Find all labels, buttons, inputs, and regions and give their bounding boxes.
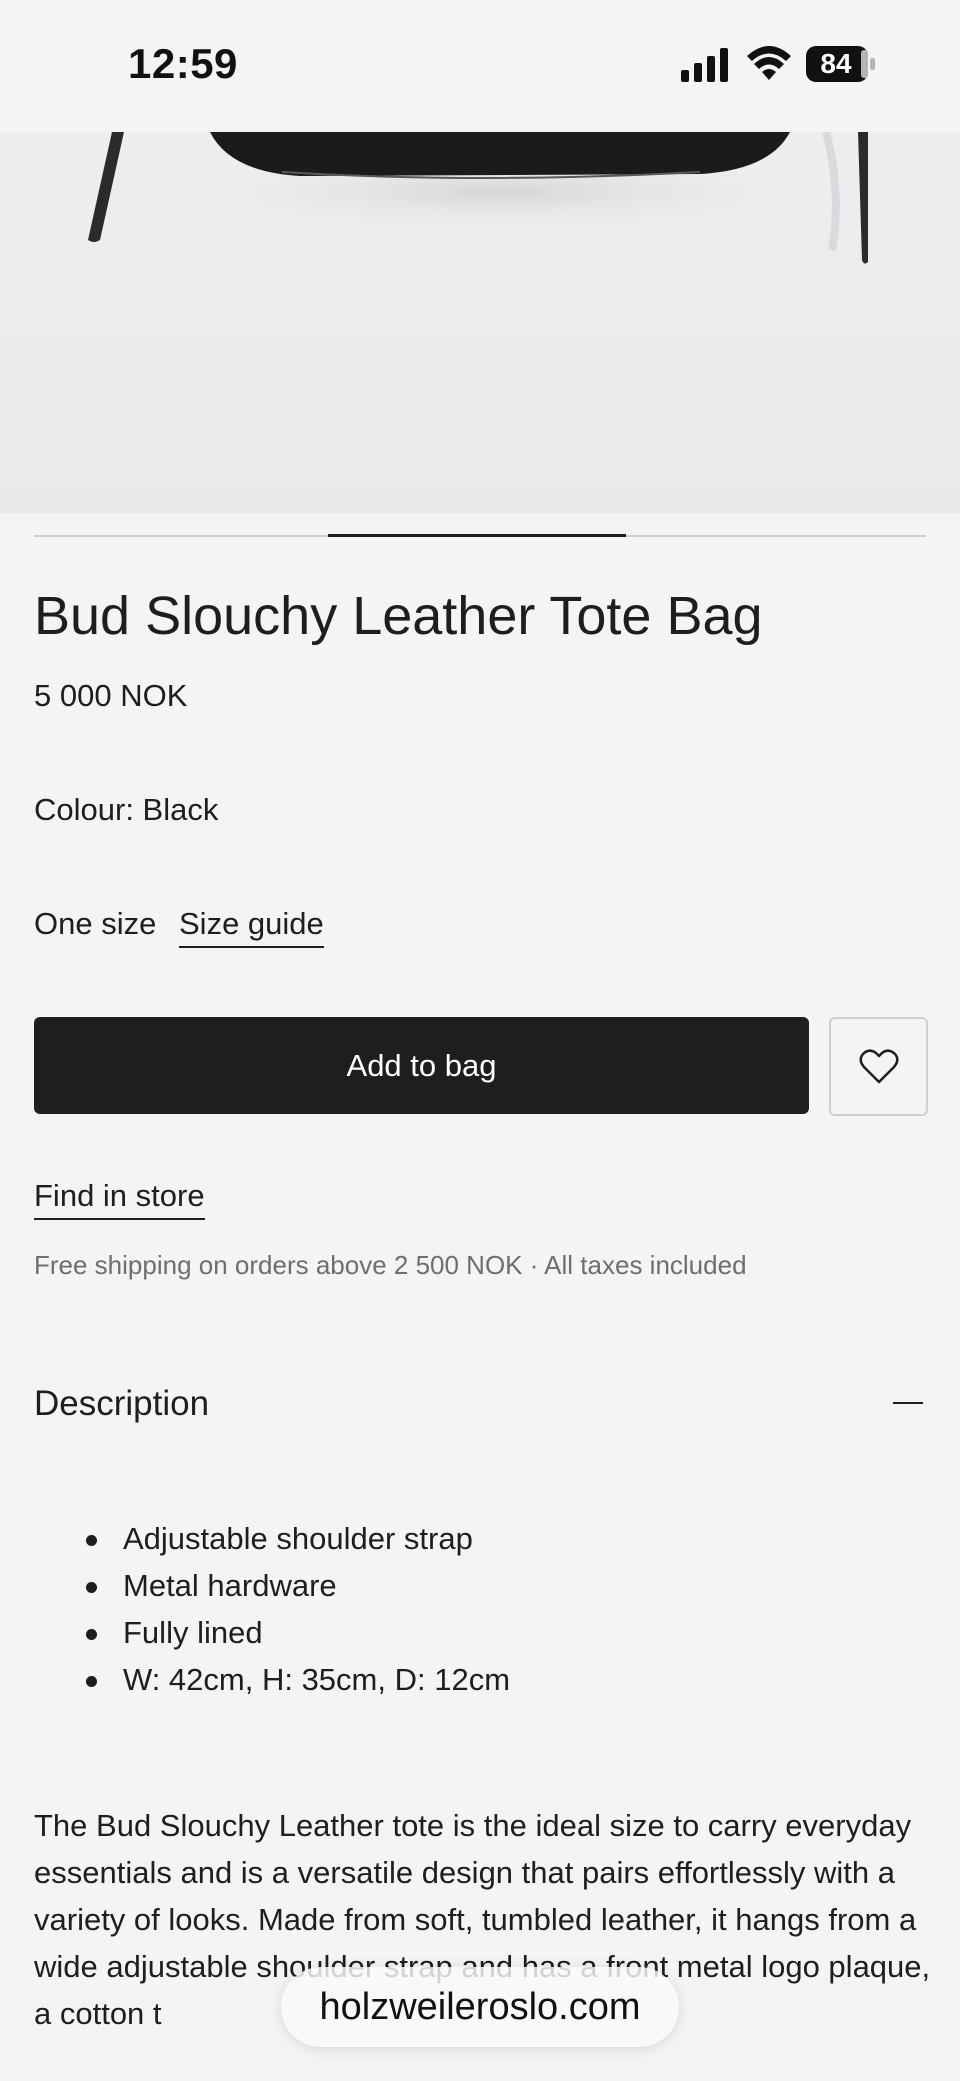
wishlist-button[interactable] [829,1017,928,1116]
bag-photo [88,132,868,264]
product-image[interactable] [0,132,960,513]
find-in-store-link[interactable]: Find in store [34,1178,205,1220]
colour-label: Colour: Black [34,792,219,827]
signal-icon [681,48,728,82]
browser-url-bar[interactable]: holzweileroslo.com [281,1967,679,2047]
minus-icon[interactable] [893,1402,923,1404]
list-item: W: 42cm, H: 35cm, D: 12cm [34,1656,510,1703]
list-item: Fully lined [34,1609,510,1656]
list-item: Metal hardware [34,1562,510,1609]
status-bar: 12:59 84 [0,0,960,132]
battery-level: 84 [820,48,852,79]
description-bullet-list: Adjustable shoulder strap Metal hardware… [34,1515,510,1703]
product-title: Bud Slouchy Leather Tote Bag [34,586,763,646]
wifi-icon [747,46,791,80]
size-guide-link[interactable]: Size guide [179,906,324,948]
heart-icon [859,1049,898,1083]
add-to-bag-button[interactable]: Add to bag [34,1017,809,1114]
product-price: 5 000 NOK [34,678,188,713]
carousel-active-indicator [328,534,626,537]
size-value: One size [34,906,157,941]
description-heading[interactable]: Description [34,1384,209,1424]
shipping-note: Free shipping on orders above 2 500 NOK … [34,1250,747,1280]
status-time: 12:59 [128,40,238,87]
list-item: Adjustable shoulder strap [34,1515,510,1562]
